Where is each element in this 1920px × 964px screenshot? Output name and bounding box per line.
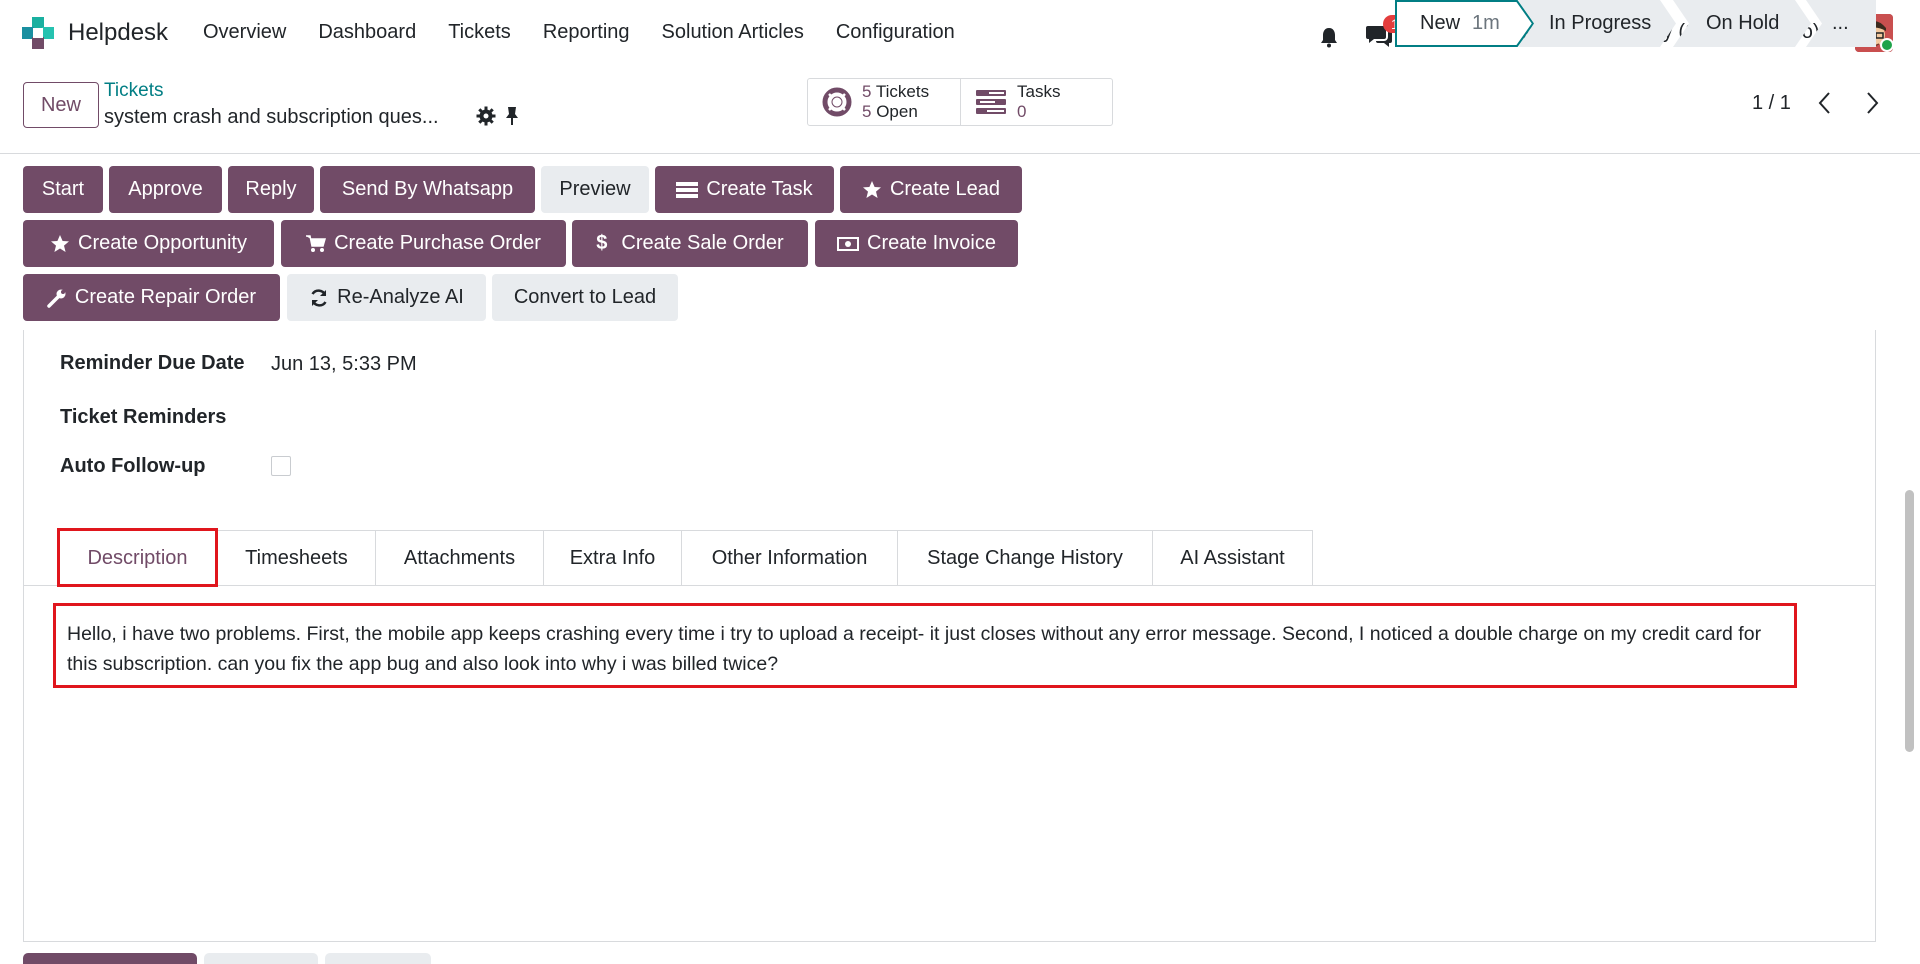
whatsapp-label: Send By Whatsapp [341,178,514,200]
tasks-icon [976,90,1006,114]
description-field[interactable]: Hello, i have two problems. First, the m… [53,603,1797,688]
tab-attachments[interactable]: Attachments [376,530,544,586]
tab-stage-change-history[interactable]: Stage Change History [898,530,1153,586]
bottom-button-partial[interactable] [23,953,197,964]
stage-in-progress-label: In Progress [1549,12,1652,34]
menu-reporting[interactable]: Reporting [543,21,630,44]
start-label: Start [41,178,85,200]
create-lead-button[interactable]: Create Lead [840,166,1022,213]
main-menu: Overview Dashboard Tickets Reporting Sol… [203,21,987,44]
description-text: Hello, i have two problems. First, the m… [67,623,1762,675]
menu-tickets[interactable]: Tickets [448,21,511,44]
send-by-whatsapp-button[interactable]: Send By Whatsapp [320,166,535,213]
record-title: system crash and subscription ques... [104,106,439,128]
bell-icon[interactable] [1318,26,1340,48]
preview-label: Preview [559,178,631,200]
tasks-count: 0 [1017,102,1027,121]
create-task-button[interactable]: Create Task [655,166,834,213]
open-label: Open [876,102,918,121]
tab-ai-assistant[interactable]: AI Assistant [1153,530,1313,586]
menu-solution-articles[interactable]: Solution Articles [662,21,804,44]
pin-icon[interactable] [503,106,521,126]
tickets-smart-button[interactable]: 5 Tickets 5 Open [808,79,960,125]
cart-icon [306,234,327,252]
preview-button[interactable]: Preview [541,166,649,213]
tab-stage-change-history-label: Stage Change History [927,546,1123,569]
smart-buttons: 5 Tickets 5 Open Tasks 0 [807,78,1113,126]
online-status-icon [1880,38,1894,52]
tab-ai-assistant-label: AI Assistant [1180,546,1285,569]
wrench-icon [47,289,66,308]
stage-new-duration: 1m [1472,12,1500,34]
create-repair-order-button[interactable]: Create Repair Order [23,274,280,321]
create-invoice-label: Create Invoice [867,232,996,254]
control-panel: New Tickets system crash and subscriptio… [0,68,1920,154]
tickets-label: Tickets [875,82,930,101]
tab-attachments-label: Attachments [403,546,516,569]
lifebuoy-icon [822,87,852,117]
create-opportunity-button[interactable]: Create Opportunity [23,220,274,267]
create-opportunity-label: Create Opportunity [78,232,247,254]
star-icon [862,180,881,198]
ticket-reminders-label: Ticket Reminders [60,406,227,428]
highlight-box-tab [57,528,218,587]
create-so-label: Create Sale Order [621,232,784,254]
stage-new-label: New [1420,12,1461,34]
approve-label: Approve [128,178,203,200]
breadcrumb-tickets[interactable]: Tickets [104,80,163,102]
tab-timesheets-label: Timesheets [245,546,348,569]
tickets-count: 5 [862,82,872,101]
money-icon [837,236,860,251]
notebook-tabs: Description Timesheets Attachments Extra… [57,530,1313,586]
scrollbar-thumb[interactable] [1905,490,1914,752]
helpdesk-logo-icon[interactable] [22,17,54,49]
refresh-icon [311,288,327,307]
tasks-icon [676,181,699,198]
create-task-label: Create Task [706,178,813,200]
create-po-label: Create Purchase Order [334,232,541,254]
tab-extra-info-label: Extra Info [569,546,656,569]
bottom-button-partial-2[interactable] [204,953,318,964]
menu-dashboard[interactable]: Dashboard [318,21,416,44]
reply-button[interactable]: Reply [228,166,314,213]
chevron-left-icon[interactable] [1815,90,1835,116]
bottom-button-partial-3[interactable] [325,953,431,964]
reminder-due-date-label: Reminder Due Date [60,352,245,374]
convert-to-lead-button[interactable]: Convert to Lead [492,274,678,321]
new-button[interactable]: New [23,82,99,128]
tasks-smart-button[interactable]: Tasks 0 [960,79,1112,125]
auto-followup-checkbox[interactable] [271,456,291,476]
convert-lead-label: Convert to Lead [513,286,657,308]
menu-overview[interactable]: Overview [203,21,286,44]
tab-other-information-label: Other Information [711,546,868,569]
app-name[interactable]: Helpdesk [68,19,168,47]
create-purchase-order-button[interactable]: Create Purchase Order [281,220,566,267]
create-lead-label: Create Lead [889,178,1001,200]
reanalyze-label: Re-Analyze AI [337,286,464,308]
stage-on-hold-label: On Hold [1706,12,1780,34]
auto-followup-label: Auto Follow-up [60,455,206,477]
stage-more-label: ... [1832,12,1849,34]
tab-timesheets[interactable]: Timesheets [218,530,376,586]
approve-button[interactable]: Approve [109,166,222,213]
start-button[interactable]: Start [23,166,103,213]
chevron-right-icon[interactable] [1862,90,1882,116]
reply-label: Reply [245,178,297,200]
open-count: 5 [862,102,872,121]
tab-extra-info[interactable]: Extra Info [544,530,682,586]
tasks-label: Tasks [1017,82,1061,101]
pager-value[interactable]: 1 / 1 [1752,92,1791,115]
menu-configuration[interactable]: Configuration [836,21,955,44]
dollar-icon: $ [596,232,608,254]
gear-icon[interactable] [476,106,496,126]
star-icon [51,234,69,252]
re-analyze-ai-button[interactable]: Re-Analyze AI [287,274,486,321]
create-repair-label: Create Repair Order [74,286,257,308]
reminder-due-date-value[interactable]: Jun 13, 5:33 PM [271,353,417,376]
create-sale-order-button[interactable]: $ Create Sale Order [572,220,808,267]
tab-other-information[interactable]: Other Information [682,530,898,586]
create-invoice-button[interactable]: Create Invoice [815,220,1018,267]
